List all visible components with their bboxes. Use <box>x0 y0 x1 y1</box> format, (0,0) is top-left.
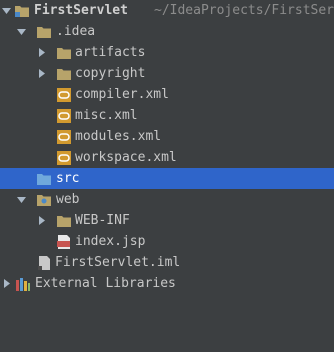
collapse-arrow-icon[interactable] <box>36 63 46 84</box>
xml-file-icon <box>56 87 72 103</box>
tree-row-artifacts[interactable]: artifacts <box>0 42 334 63</box>
expand-arrow-icon[interactable] <box>16 21 26 42</box>
tree-row-external-libraries[interactable]: External Libraries <box>0 273 334 294</box>
tree-label-misc: misc.xml <box>75 108 138 123</box>
tree-row-index-jsp[interactable]: index.jsp <box>0 231 334 252</box>
xml-file-icon <box>56 129 72 145</box>
tree-label-modules: modules.xml <box>75 129 162 144</box>
tree-label-compiler: compiler.xml <box>75 87 169 102</box>
xml-file-icon <box>56 108 72 124</box>
tree-row-idea[interactable]: .idea <box>0 21 334 42</box>
tree-label-copyright: copyright <box>75 66 146 81</box>
jsp-file-icon <box>56 234 72 250</box>
tree-label-index: index.jsp <box>75 234 146 249</box>
xml-file-icon <box>56 150 72 166</box>
libraries-icon <box>15 276 31 292</box>
tree-row-workspace-xml[interactable]: workspace.xml <box>0 147 334 168</box>
collapse-arrow-icon[interactable] <box>36 42 46 63</box>
tree-label-iml: FirstServlet.iml <box>55 255 181 270</box>
tree-label-web: web <box>56 192 80 207</box>
tree-row-project-root[interactable]: FirstServlet ~/IdeaProjects/FirstServlet <box>0 0 334 21</box>
tree-row-misc-xml[interactable]: misc.xml <box>0 105 334 126</box>
web-folder-icon <box>36 192 52 208</box>
tree-row-modules-xml[interactable]: modules.xml <box>0 126 334 147</box>
folder-icon <box>56 45 72 61</box>
tree-label-workspace: workspace.xml <box>75 150 177 165</box>
tree-row-copyright[interactable]: copyright <box>0 63 334 84</box>
tree-row-compiler-xml[interactable]: compiler.xml <box>0 84 334 105</box>
module-folder-icon <box>14 3 30 19</box>
tree-row-web[interactable]: web <box>0 189 334 210</box>
folder-icon <box>56 66 72 82</box>
folder-icon <box>56 213 72 229</box>
tree-label-src: src <box>56 171 80 186</box>
tree-label-webinf: WEB-INF <box>75 213 130 228</box>
collapse-arrow-icon[interactable] <box>1 273 11 294</box>
folder-icon <box>36 24 52 40</box>
expand-arrow-icon[interactable] <box>16 189 26 210</box>
project-tree: FirstServlet ~/IdeaProjects/FirstServlet… <box>0 0 334 294</box>
tree-label-external: External Libraries <box>35 276 176 291</box>
iml-file-icon <box>36 255 52 271</box>
tree-row-iml[interactable]: FirstServlet.iml <box>0 252 334 273</box>
source-folder-icon <box>36 171 52 187</box>
project-path: ~/IdeaProjects/FirstServlet <box>154 3 334 18</box>
tree-row-src[interactable]: src <box>0 168 334 189</box>
tree-row-webinf[interactable]: WEB-INF <box>0 210 334 231</box>
tree-label-artifacts: artifacts <box>75 45 146 60</box>
expand-arrow-icon[interactable] <box>1 0 11 21</box>
tree-label-idea: .idea <box>56 24 96 39</box>
project-name: FirstServlet <box>34 3 128 18</box>
collapse-arrow-icon[interactable] <box>36 210 46 231</box>
